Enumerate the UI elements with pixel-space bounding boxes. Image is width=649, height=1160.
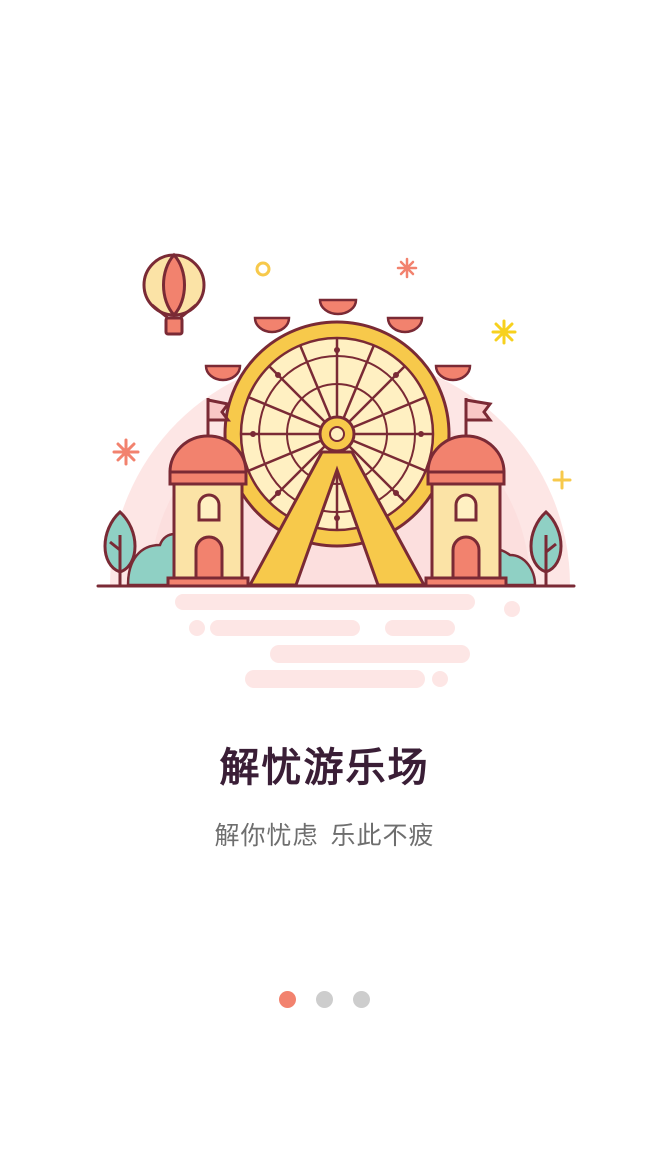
page-dot-3[interactable]: [353, 990, 370, 1008]
sparkle-icon: [491, 319, 517, 345]
page-dot-2[interactable]: [316, 990, 333, 1008]
page-indicator: [0, 990, 649, 1008]
page-title: 解忧游乐场: [219, 745, 430, 791]
page-subtitle: 解你忧虑 乐此不疲: [0, 816, 649, 852]
sparkle-icon: [552, 470, 572, 490]
pinwheel-flower-icon: [396, 257, 418, 279]
sparkle-icon: [255, 261, 271, 277]
page-dot-1[interactable]: [279, 990, 296, 1008]
subtitle-part-1: 解你忧虑: [214, 821, 319, 850]
subtitle-part-2: 乐此不疲: [330, 821, 435, 850]
hot-air-balloon-icon: [142, 252, 206, 336]
ground-reflection: [175, 594, 520, 688]
pinwheel-flower-icon: [112, 438, 140, 466]
amusement-park-illustration: [96, 252, 576, 688]
